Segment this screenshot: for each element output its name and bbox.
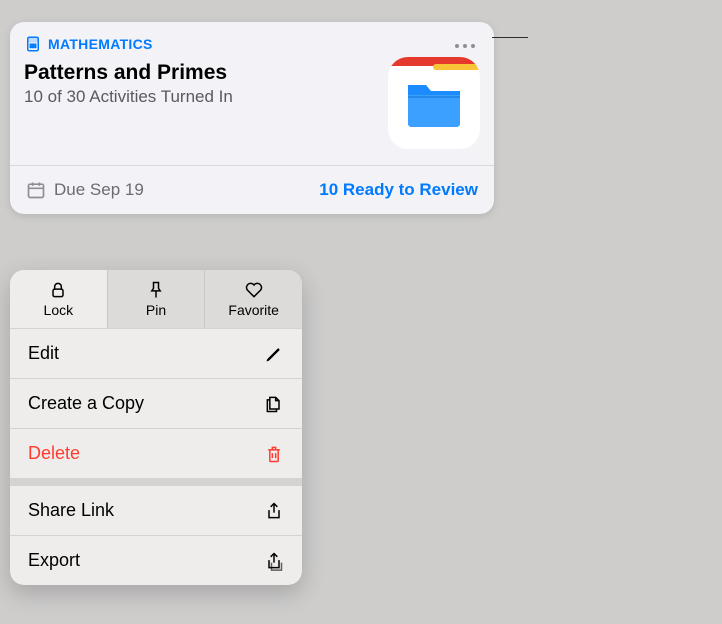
subject-text: MATHEMATICS <box>48 36 153 52</box>
due-text: Due Sep 19 <box>54 180 144 200</box>
context-menu: Lock Pin Favorite Edit Create a Copy <box>10 270 302 585</box>
subject-label: MATHEMATICS <box>24 35 153 53</box>
edit-item[interactable]: Edit <box>10 328 302 378</box>
subject-icon <box>24 35 42 53</box>
share-label: Share Link <box>28 500 114 521</box>
pin-button[interactable]: Pin <box>108 270 206 328</box>
more-button[interactable] <box>450 32 480 55</box>
pin-icon <box>146 280 166 300</box>
copy-item[interactable]: Create a Copy <box>10 378 302 428</box>
due-date: Due Sep 19 <box>26 180 144 200</box>
lock-button[interactable]: Lock <box>10 270 108 328</box>
share-icon <box>264 501 284 521</box>
assignment-subtitle: 10 of 30 Activities Turned In <box>24 87 376 107</box>
lock-label: Lock <box>44 302 74 318</box>
app-icon <box>388 57 480 149</box>
export-item[interactable]: Export <box>10 535 302 585</box>
copy-icon <box>264 394 284 414</box>
delete-label: Delete <box>28 443 80 464</box>
assignment-title: Patterns and Primes <box>24 61 376 85</box>
delete-item[interactable]: Delete <box>10 428 302 478</box>
pin-label: Pin <box>146 302 166 318</box>
trash-icon <box>264 444 284 464</box>
copy-label: Create a Copy <box>28 393 144 414</box>
menu-top-row: Lock Pin Favorite <box>10 270 302 328</box>
calendar-icon <box>26 180 46 200</box>
favorite-label: Favorite <box>228 302 279 318</box>
edit-label: Edit <box>28 343 59 364</box>
review-link[interactable]: 10 Ready to Review <box>319 180 478 200</box>
export-icon <box>264 551 284 571</box>
ellipsis-icon <box>454 43 476 49</box>
card-footer: Due Sep 19 10 Ready to Review <box>10 165 494 214</box>
card-header: MATHEMATICS <box>10 22 494 55</box>
assignment-card: MATHEMATICS Patterns and Primes 10 of 30… <box>10 22 494 214</box>
callout-line <box>492 37 528 38</box>
heart-icon <box>244 280 264 300</box>
export-label: Export <box>28 550 80 571</box>
card-body: Patterns and Primes 10 of 30 Activities … <box>10 55 494 165</box>
folder-icon <box>404 79 464 129</box>
share-item[interactable]: Share Link <box>10 478 302 535</box>
card-text: Patterns and Primes 10 of 30 Activities … <box>24 61 376 149</box>
lock-icon <box>48 280 68 300</box>
pencil-icon <box>264 344 284 364</box>
favorite-button[interactable]: Favorite <box>205 270 302 328</box>
